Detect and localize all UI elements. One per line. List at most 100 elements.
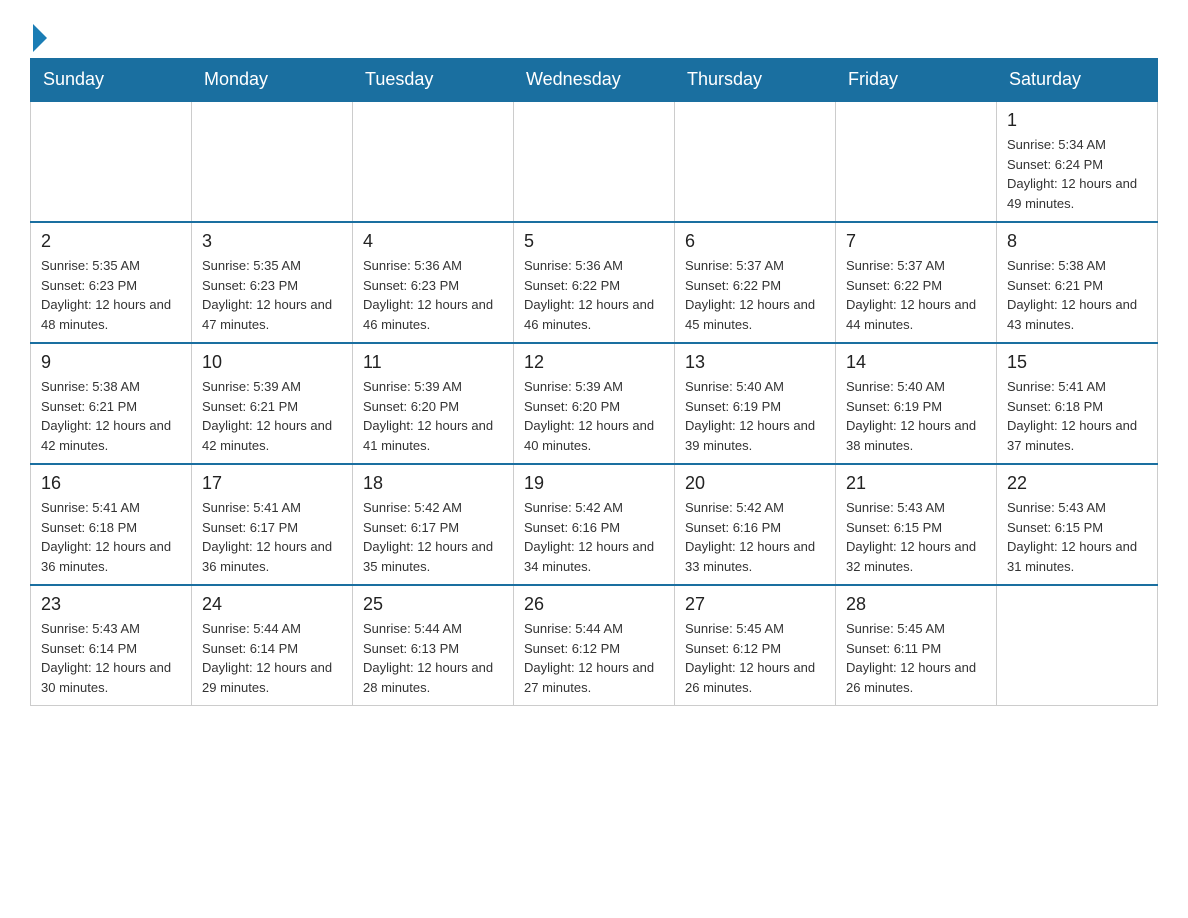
day-info: Sunrise: 5:39 AMSunset: 6:20 PMDaylight:…	[524, 377, 664, 455]
calendar-cell	[836, 101, 997, 222]
calendar-cell: 21 Sunrise: 5:43 AMSunset: 6:15 PMDayligh…	[836, 464, 997, 585]
calendar-header-tuesday: Tuesday	[353, 59, 514, 102]
calendar-cell: 9 Sunrise: 5:38 AMSunset: 6:21 PMDaylight…	[31, 343, 192, 464]
calendar-week-row: 16 Sunrise: 5:41 AMSunset: 6:18 PMDayligh…	[31, 464, 1158, 585]
day-info: Sunrise: 5:41 AMSunset: 6:18 PMDaylight:…	[1007, 377, 1147, 455]
day-info: Sunrise: 5:44 AMSunset: 6:13 PMDaylight:…	[363, 619, 503, 697]
day-info: Sunrise: 5:36 AMSunset: 6:22 PMDaylight:…	[524, 256, 664, 334]
day-number: 22	[1007, 473, 1147, 494]
day-number: 1	[1007, 110, 1147, 131]
calendar-cell: 4 Sunrise: 5:36 AMSunset: 6:23 PMDaylight…	[353, 222, 514, 343]
day-number: 7	[846, 231, 986, 252]
calendar-cell: 26 Sunrise: 5:44 AMSunset: 6:12 PMDayligh…	[514, 585, 675, 706]
day-info: Sunrise: 5:43 AMSunset: 6:15 PMDaylight:…	[846, 498, 986, 576]
day-number: 14	[846, 352, 986, 373]
calendar-cell: 27 Sunrise: 5:45 AMSunset: 6:12 PMDayligh…	[675, 585, 836, 706]
day-info: Sunrise: 5:43 AMSunset: 6:15 PMDaylight:…	[1007, 498, 1147, 576]
day-number: 8	[1007, 231, 1147, 252]
day-info: Sunrise: 5:35 AMSunset: 6:23 PMDaylight:…	[202, 256, 342, 334]
calendar-cell: 7Sunrise: 5:37 AMSunset: 6:22 PMDaylight…	[836, 222, 997, 343]
calendar-table: SundayMondayTuesdayWednesdayThursdayFrid…	[30, 58, 1158, 706]
calendar-cell: 12 Sunrise: 5:39 AMSunset: 6:20 PMDayligh…	[514, 343, 675, 464]
calendar-cell: 13 Sunrise: 5:40 AMSunset: 6:19 PMDayligh…	[675, 343, 836, 464]
calendar-cell: 22 Sunrise: 5:43 AMSunset: 6:15 PMDayligh…	[997, 464, 1158, 585]
calendar-cell: 14 Sunrise: 5:40 AMSunset: 6:19 PMDayligh…	[836, 343, 997, 464]
day-info: Sunrise: 5:39 AMSunset: 6:20 PMDaylight:…	[363, 377, 503, 455]
calendar-cell: 18Sunrise: 5:42 AMSunset: 6:17 PMDayligh…	[353, 464, 514, 585]
day-number: 9	[41, 352, 181, 373]
calendar-cell: 8 Sunrise: 5:38 AMSunset: 6:21 PMDaylight…	[997, 222, 1158, 343]
calendar-cell: 17Sunrise: 5:41 AMSunset: 6:17 PMDayligh…	[192, 464, 353, 585]
calendar-cell: 5 Sunrise: 5:36 AMSunset: 6:22 PMDaylight…	[514, 222, 675, 343]
calendar-header-sunday: Sunday	[31, 59, 192, 102]
calendar-cell: 15 Sunrise: 5:41 AMSunset: 6:18 PMDayligh…	[997, 343, 1158, 464]
day-number: 16	[41, 473, 181, 494]
day-info: Sunrise: 5:40 AMSunset: 6:19 PMDaylight:…	[685, 377, 825, 455]
calendar-cell: 10 Sunrise: 5:39 AMSunset: 6:21 PMDayligh…	[192, 343, 353, 464]
calendar-header-thursday: Thursday	[675, 59, 836, 102]
calendar-cell: 2 Sunrise: 5:35 AMSunset: 6:23 PMDaylight…	[31, 222, 192, 343]
calendar-cell: 16 Sunrise: 5:41 AMSunset: 6:18 PMDayligh…	[31, 464, 192, 585]
calendar-cell: 20 Sunrise: 5:42 AMSunset: 6:16 PMDayligh…	[675, 464, 836, 585]
day-info: Sunrise: 5:34 AMSunset: 6:24 PMDaylight:…	[1007, 135, 1147, 213]
day-number: 27	[685, 594, 825, 615]
logo	[30, 20, 47, 48]
day-number: 23	[41, 594, 181, 615]
calendar-cell: 24 Sunrise: 5:44 AMSunset: 6:14 PMDayligh…	[192, 585, 353, 706]
page-header	[30, 20, 1158, 48]
day-number: 15	[1007, 352, 1147, 373]
calendar-header-saturday: Saturday	[997, 59, 1158, 102]
calendar-header-wednesday: Wednesday	[514, 59, 675, 102]
day-number: 26	[524, 594, 664, 615]
calendar-cell	[192, 101, 353, 222]
day-info: Sunrise: 5:43 AMSunset: 6:14 PMDaylight:…	[41, 619, 181, 697]
day-info: Sunrise: 5:45 AMSunset: 6:12 PMDaylight:…	[685, 619, 825, 697]
day-number: 17	[202, 473, 342, 494]
calendar-cell	[353, 101, 514, 222]
day-number: 11	[363, 352, 503, 373]
calendar-cell	[514, 101, 675, 222]
day-number: 5	[524, 231, 664, 252]
day-info: Sunrise: 5:44 AMSunset: 6:14 PMDaylight:…	[202, 619, 342, 697]
day-info: Sunrise: 5:42 AMSunset: 6:16 PMDaylight:…	[524, 498, 664, 576]
day-info: Sunrise: 5:44 AMSunset: 6:12 PMDaylight:…	[524, 619, 664, 697]
calendar-cell: 6Sunrise: 5:37 AMSunset: 6:22 PMDaylight…	[675, 222, 836, 343]
day-number: 2	[41, 231, 181, 252]
calendar-cell: 3 Sunrise: 5:35 AMSunset: 6:23 PMDaylight…	[192, 222, 353, 343]
calendar-cell	[997, 585, 1158, 706]
calendar-cell	[31, 101, 192, 222]
day-number: 10	[202, 352, 342, 373]
day-info: Sunrise: 5:41 AMSunset: 6:18 PMDaylight:…	[41, 498, 181, 576]
day-info: Sunrise: 5:38 AMSunset: 6:21 PMDaylight:…	[41, 377, 181, 455]
calendar-cell: 23 Sunrise: 5:43 AMSunset: 6:14 PMDayligh…	[31, 585, 192, 706]
calendar-week-row: 9 Sunrise: 5:38 AMSunset: 6:21 PMDaylight…	[31, 343, 1158, 464]
day-info: Sunrise: 5:36 AMSunset: 6:23 PMDaylight:…	[363, 256, 503, 334]
day-number: 20	[685, 473, 825, 494]
day-number: 24	[202, 594, 342, 615]
day-info: Sunrise: 5:35 AMSunset: 6:23 PMDaylight:…	[41, 256, 181, 334]
calendar-cell: 19 Sunrise: 5:42 AMSunset: 6:16 PMDayligh…	[514, 464, 675, 585]
day-number: 12	[524, 352, 664, 373]
day-number: 13	[685, 352, 825, 373]
day-number: 19	[524, 473, 664, 494]
day-number: 3	[202, 231, 342, 252]
day-info: Sunrise: 5:39 AMSunset: 6:21 PMDaylight:…	[202, 377, 342, 455]
day-number: 25	[363, 594, 503, 615]
day-info: Sunrise: 5:42 AMSunset: 6:16 PMDaylight:…	[685, 498, 825, 576]
logo-arrow-icon	[33, 24, 47, 52]
calendar-cell: 1 Sunrise: 5:34 AMSunset: 6:24 PMDaylight…	[997, 101, 1158, 222]
day-info: Sunrise: 5:37 AMSunset: 6:22 PMDaylight:…	[685, 256, 825, 334]
day-number: 28	[846, 594, 986, 615]
calendar-week-row: 1 Sunrise: 5:34 AMSunset: 6:24 PMDaylight…	[31, 101, 1158, 222]
day-number: 21	[846, 473, 986, 494]
calendar-cell: 11 Sunrise: 5:39 AMSunset: 6:20 PMDayligh…	[353, 343, 514, 464]
calendar-header-row: SundayMondayTuesdayWednesdayThursdayFrid…	[31, 59, 1158, 102]
calendar-cell: 25 Sunrise: 5:44 AMSunset: 6:13 PMDayligh…	[353, 585, 514, 706]
calendar-cell	[675, 101, 836, 222]
calendar-header-friday: Friday	[836, 59, 997, 102]
calendar-week-row: 2 Sunrise: 5:35 AMSunset: 6:23 PMDaylight…	[31, 222, 1158, 343]
day-number: 4	[363, 231, 503, 252]
day-info: Sunrise: 5:40 AMSunset: 6:19 PMDaylight:…	[846, 377, 986, 455]
day-info: Sunrise: 5:38 AMSunset: 6:21 PMDaylight:…	[1007, 256, 1147, 334]
calendar-header-monday: Monday	[192, 59, 353, 102]
